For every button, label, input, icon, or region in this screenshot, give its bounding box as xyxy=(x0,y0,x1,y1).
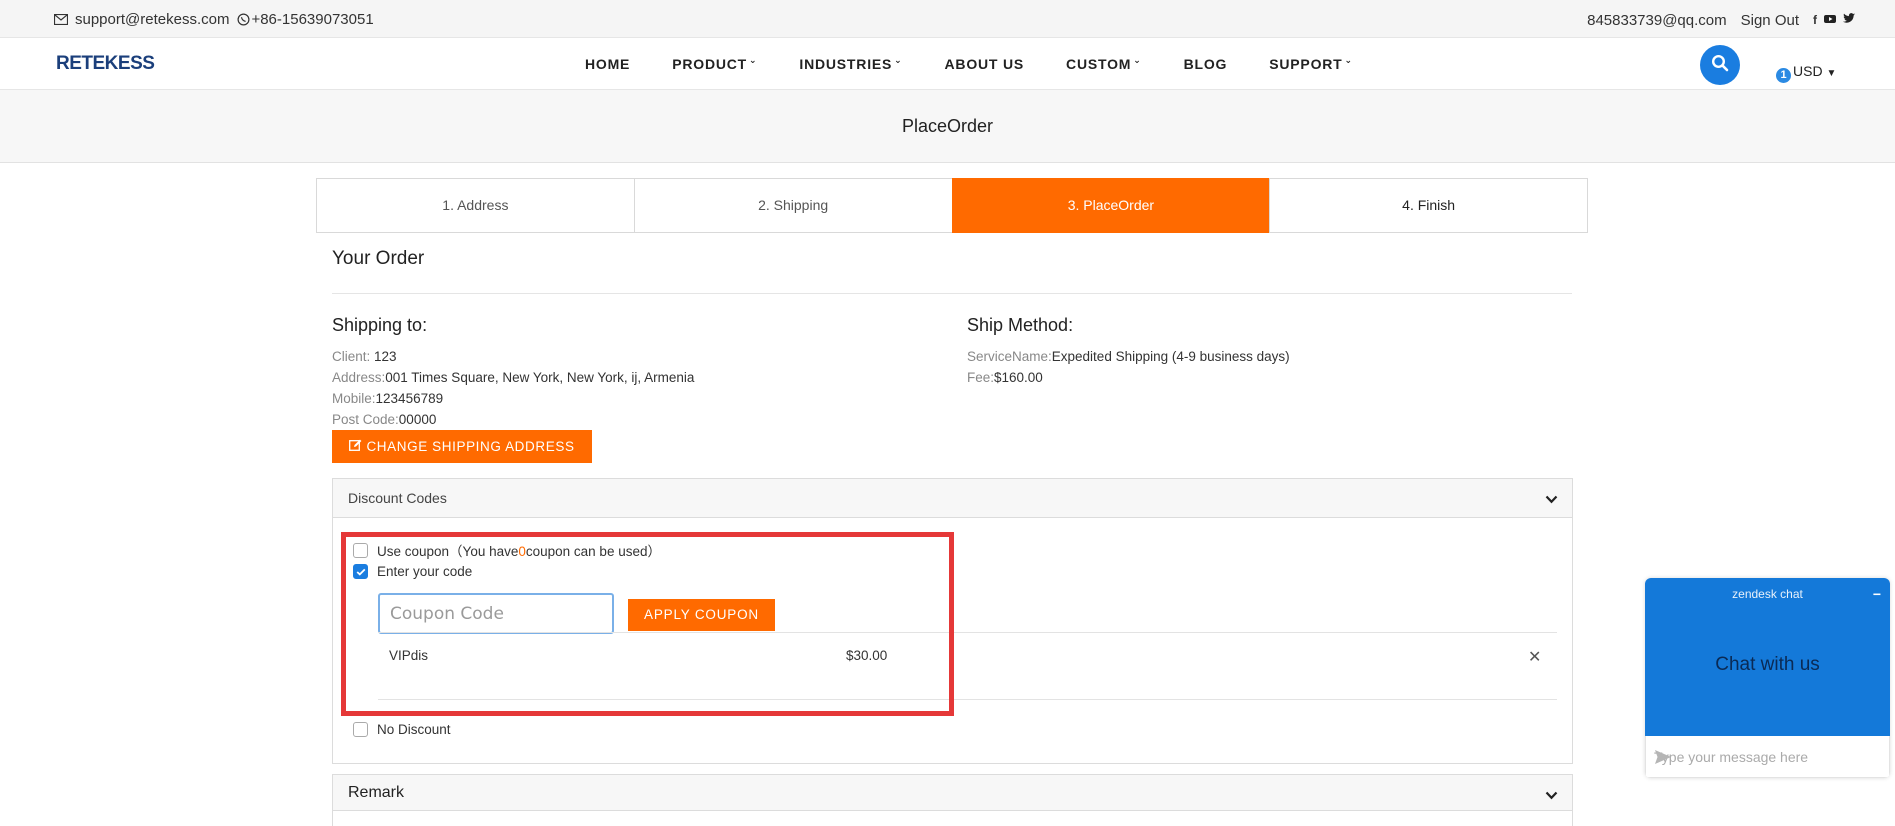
fee-row: Fee:$160.00 xyxy=(967,367,1290,388)
ship-method-title: Ship Method: xyxy=(967,315,1074,335)
send-icon[interactable] xyxy=(1654,749,1881,768)
mobile-label: Mobile: xyxy=(332,391,376,406)
remark-title: Remark xyxy=(348,784,405,801)
mobile-value: 123456789 xyxy=(375,391,444,406)
chevron-down-icon: ⌄ xyxy=(1344,55,1353,65)
nav-label: PRODUCT xyxy=(672,56,748,72)
your-order-heading: Your Order xyxy=(332,248,425,269)
no-discount-option[interactable]: No Discount xyxy=(353,722,451,737)
twitter-icon[interactable] xyxy=(1843,13,1855,28)
top-bar: support@retekess.com +86-15639073051 845… xyxy=(0,0,1895,38)
address-value: 001 Times Square, New York, New York, ij… xyxy=(385,370,695,385)
fee-value: $160.00 xyxy=(994,370,1043,385)
whatsapp-icon xyxy=(237,13,250,26)
contact-info: support@retekess.com +86-15639073051 xyxy=(54,11,374,28)
section-divider xyxy=(332,293,1572,294)
retekess-logo[interactable]: RETEKESS xyxy=(56,53,155,75)
nav-menu: HOME PRODUCT ⌄ INDUSTRIES ⌄ ABOUT US CUSTO… xyxy=(585,55,1395,72)
step-address[interactable]: 1. Address xyxy=(316,178,635,233)
postcode-label: Post Code: xyxy=(332,412,399,427)
nav-label: ABOUT US xyxy=(944,56,1025,72)
postcode-value: 00000 xyxy=(398,412,437,427)
client-label: Client: xyxy=(332,349,375,364)
account-email-link[interactable]: 845833739@qq.com xyxy=(1587,12,1727,29)
nav-label: BLOG xyxy=(1183,56,1228,72)
remark-header[interactable]: Remark xyxy=(333,775,1572,811)
caret-down-icon: ▼ xyxy=(1826,68,1837,79)
step-finish: 4. Finish xyxy=(1269,178,1588,233)
chat-brand: zendesk chat xyxy=(1732,587,1803,601)
checkout-steps: 1. Address 2. Shipping 3. PlaceOrder 4. … xyxy=(316,178,1588,233)
chevron-down-icon: ⌄ xyxy=(1133,55,1142,65)
mobile-row: Mobile:123456789 xyxy=(332,388,694,409)
youtube-icon[interactable] xyxy=(1824,13,1836,28)
service-row: ServiceName:Expedited Shipping (4-9 busi… xyxy=(967,346,1290,367)
change-shipping-address-label: CHANGE SHIPPING ADDRESS xyxy=(366,439,575,454)
service-value: Expedited Shipping (4-9 business days) xyxy=(1051,349,1290,364)
chat-message-input[interactable]: Type your message here xyxy=(1645,736,1890,778)
address-row: Address:001 Times Square, New York, New … xyxy=(332,367,694,388)
change-shipping-address-button[interactable]: CHANGE SHIPPING ADDRESS xyxy=(332,430,592,463)
address-label: Address: xyxy=(332,370,386,385)
sign-out-link[interactable]: Sign Out xyxy=(1741,12,1799,29)
postcode-row: Post Code:00000 xyxy=(332,409,694,430)
main-navigation: RETEKESS HOME PRODUCT ⌄ INDUSTRIES ⌄ ABOUT… xyxy=(0,38,1895,90)
chat-headline: Chat with us xyxy=(1715,654,1820,675)
nav-label: INDUSTRIES xyxy=(799,56,893,72)
nav-item-about-us[interactable]: ABOUT US xyxy=(945,56,1025,72)
page-title-band: PlaceOrder xyxy=(0,90,1895,163)
account-area: 845833739@qq.com Sign Out f xyxy=(1587,12,1855,29)
edit-icon xyxy=(349,439,362,454)
step-shipping[interactable]: 2. Shipping xyxy=(633,178,953,233)
facebook-icon[interactable]: f xyxy=(1813,13,1817,28)
support-email-link[interactable]: support@retekess.com xyxy=(75,11,229,28)
fee-label: Fee: xyxy=(967,370,995,385)
step-placeorder: 3. PlaceOrder xyxy=(951,178,1271,233)
currency-selector[interactable]: USD ▼ xyxy=(1793,63,1836,79)
support-phone-link[interactable]: +86-15639073051 xyxy=(251,11,373,28)
nav-label: HOME xyxy=(585,56,631,72)
remove-code-icon[interactable]: ✕ xyxy=(1528,647,1541,667)
search-button[interactable] xyxy=(1700,45,1740,85)
logo-text: RETEKESS xyxy=(56,53,155,74)
nav-item-home[interactable]: HOME xyxy=(585,56,630,72)
no-discount-label: No Discount xyxy=(377,722,451,737)
client-value: 123 xyxy=(374,349,397,364)
service-label: ServiceName: xyxy=(967,349,1052,364)
ship-method-details: ServiceName:Expedited Shipping (4-9 busi… xyxy=(967,346,1290,388)
shipping-to-details: Client: 123 Address:001 Times Square, Ne… xyxy=(332,346,694,430)
remark-panel: Remark xyxy=(332,774,1573,826)
page-title: PlaceOrder xyxy=(901,116,994,136)
nav-item-support[interactable]: SUPPORT ⌄ xyxy=(1269,55,1353,72)
discount-codes-title: Discount Codes xyxy=(348,490,447,506)
no-discount-checkbox[interactable] xyxy=(353,722,368,737)
minimize-icon[interactable]: − xyxy=(1873,586,1881,602)
chevron-down-icon xyxy=(1545,491,1558,509)
nav-label: SUPPORT xyxy=(1269,56,1343,72)
client-row: Client: 123 xyxy=(332,346,694,367)
nav-label: CUSTOM xyxy=(1066,56,1132,72)
currency-label: USD xyxy=(1793,63,1823,79)
chevron-down-icon: ⌄ xyxy=(894,55,903,65)
mail-icon xyxy=(54,14,68,25)
nav-item-product[interactable]: PRODUCT ⌄ xyxy=(672,55,758,72)
discount-codes-header[interactable]: Discount Codes xyxy=(333,479,1572,518)
nav-item-blog[interactable]: BLOG xyxy=(1184,56,1228,72)
shipping-to-title: Shipping to: xyxy=(332,315,428,335)
nav-item-custom[interactable]: CUSTOM ⌄ xyxy=(1066,55,1142,72)
social-links: f xyxy=(1813,13,1855,28)
chat-header[interactable]: zendesk chat − Chat with us xyxy=(1645,578,1890,736)
highlight-box xyxy=(341,532,954,716)
search-icon xyxy=(1711,54,1729,77)
chevron-down-icon: ⌄ xyxy=(749,55,758,65)
cart-count-badge[interactable]: 1 xyxy=(1776,68,1791,83)
chat-widget: zendesk chat − Chat with us Type your me… xyxy=(1645,578,1890,778)
chevron-down-icon xyxy=(1545,787,1558,805)
nav-item-industries[interactable]: INDUSTRIES ⌄ xyxy=(799,55,903,72)
